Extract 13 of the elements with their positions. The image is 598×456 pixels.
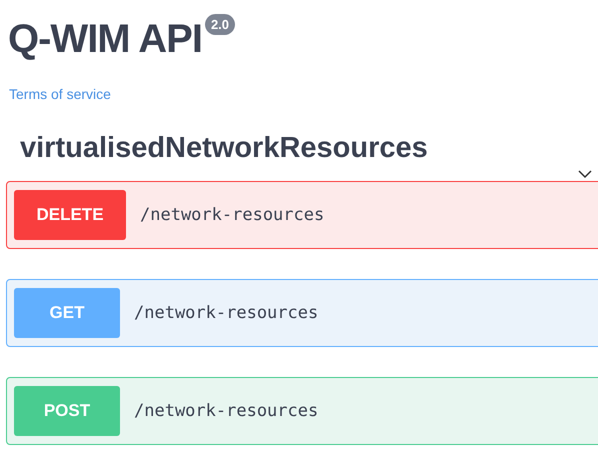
api-title: Q-WIM API bbox=[8, 16, 202, 63]
method-badge: POST bbox=[14, 386, 120, 436]
endpoint-path: /network-resources bbox=[134, 303, 318, 323]
endpoint-path: /network-resources bbox=[134, 401, 318, 421]
operation-row[interactable]: GET /network-resources bbox=[6, 279, 598, 347]
endpoint-path: /network-resources bbox=[140, 205, 324, 225]
method-badge: GET bbox=[14, 288, 120, 338]
operation-row[interactable]: POST /network-resources bbox=[6, 377, 598, 445]
method-badge: DELETE bbox=[14, 190, 126, 240]
operation-row[interactable]: DELETE /network-resources bbox=[6, 181, 598, 249]
section-heading[interactable]: virtualisedNetworkResources bbox=[20, 132, 428, 164]
version-badge: 2.0 bbox=[204, 14, 236, 35]
chevron-icon[interactable] bbox=[578, 169, 592, 179]
